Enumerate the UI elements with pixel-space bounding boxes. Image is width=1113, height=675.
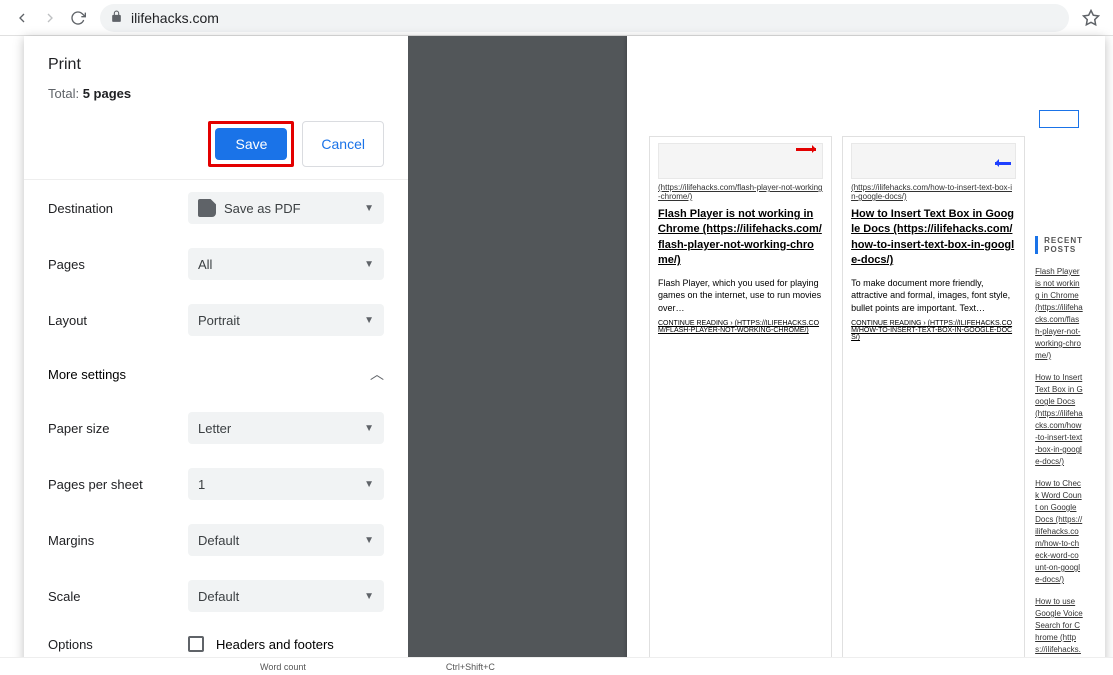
headers-label: Headers and footers [216,637,334,652]
recent-item: How to Insert Text Box in Google Docs (h… [1035,372,1083,468]
bookmark-star-icon[interactable] [1077,4,1105,32]
article-card: (https://ilifehacks.com/flash-player-not… [649,136,832,667]
chevron-up-icon: ︿ [370,364,384,384]
print-title: Print [48,56,384,74]
paper-size-label: Paper size [48,421,188,436]
address-bar[interactable]: ilifehacks.com [100,4,1069,32]
scale-select[interactable]: Default▼ [188,580,384,612]
per-sheet-select[interactable]: 1▼ [188,468,384,500]
save-highlight: Save [208,121,294,167]
recent-item: How to Check Word Count on Google Docs (… [1035,478,1083,586]
continue-link: CONTINUE READING › (HTTPS://ILIFEHACKS.C… [658,320,823,334]
card-img-link: (https://ilifehacks.com/how-to-insert-te… [851,183,1016,201]
destination-select[interactable]: Save as PDF ▼ [188,192,384,224]
print-preview[interactable]: (https://ilifehacks.com/flash-player-not… [408,36,1105,667]
print-dialog: Print Total: 5 pages Save Cancel Destina… [24,36,1105,667]
save-button[interactable]: Save [215,128,287,160]
back-button[interactable] [8,4,36,32]
card-desc: To make document more friendly, attracti… [851,277,1016,315]
chevron-down-icon: ▼ [364,479,374,490]
continue-link: CONTINUE READING › (HTTPS://ILIFEHACKS.C… [851,320,1016,341]
card-title: Flash Player is not working in Chrome (h… [658,207,823,269]
pages-label: Pages [48,257,188,272]
cancel-button[interactable]: Cancel [302,121,384,167]
article-card: (https://ilifehacks.com/how-to-insert-te… [842,136,1025,667]
background-menu: Word count Ctrl+Shift+C [0,657,1113,675]
scale-label: Scale [48,589,188,604]
more-settings-toggle[interactable]: More settings ︿ [24,348,408,400]
preview-sidebar: RECENT POSTS Flash Player is not working… [1035,136,1083,667]
preview-page: (https://ilifehacks.com/flash-player-not… [627,36,1105,667]
settings-scroll[interactable]: Destination Save as PDF ▼ Pages All▼ Lay… [24,179,408,667]
pages-select[interactable]: All▼ [188,248,384,280]
chevron-down-icon: ▼ [364,423,374,434]
margins-select[interactable]: Default▼ [188,524,384,556]
paper-size-select[interactable]: Letter▼ [188,412,384,444]
chevron-down-icon: ▼ [364,203,374,214]
layout-label: Layout [48,313,188,328]
card-thumbnail [658,143,823,179]
chevron-down-icon: ▼ [364,591,374,602]
forward-button[interactable] [36,4,64,32]
print-settings-panel: Print Total: 5 pages Save Cancel Destina… [24,36,408,667]
margins-label: Margins [48,533,188,548]
headers-checkbox[interactable] [188,636,204,652]
layout-select[interactable]: Portrait▼ [188,304,384,336]
reload-button[interactable] [64,4,92,32]
blue-arrow-icon [995,162,1011,165]
options-label: Options [48,637,188,652]
destination-label: Destination [48,201,188,216]
card-title: How to Insert Text Box in Google Docs (h… [851,207,1016,269]
print-total: Total: 5 pages [48,86,384,101]
card-thumbnail [851,143,1016,179]
per-sheet-label: Pages per sheet [48,477,188,492]
lock-icon [110,10,123,26]
recent-posts-heading: RECENT POSTS [1035,236,1083,254]
recent-item: Flash Player is not working in Chrome (h… [1035,266,1083,362]
red-arrow-icon [796,148,816,151]
url-text: ilifehacks.com [131,10,219,26]
browser-toolbar: ilifehacks.com [0,0,1113,36]
card-img-link: (https://ilifehacks.com/flash-player-not… [658,183,823,201]
search-box-preview [1039,110,1079,128]
chevron-down-icon: ▼ [364,315,374,326]
chevron-down-icon: ▼ [364,535,374,546]
chevron-down-icon: ▼ [364,259,374,270]
pdf-icon [198,199,216,217]
card-desc: Flash Player, which you used for playing… [658,277,823,315]
